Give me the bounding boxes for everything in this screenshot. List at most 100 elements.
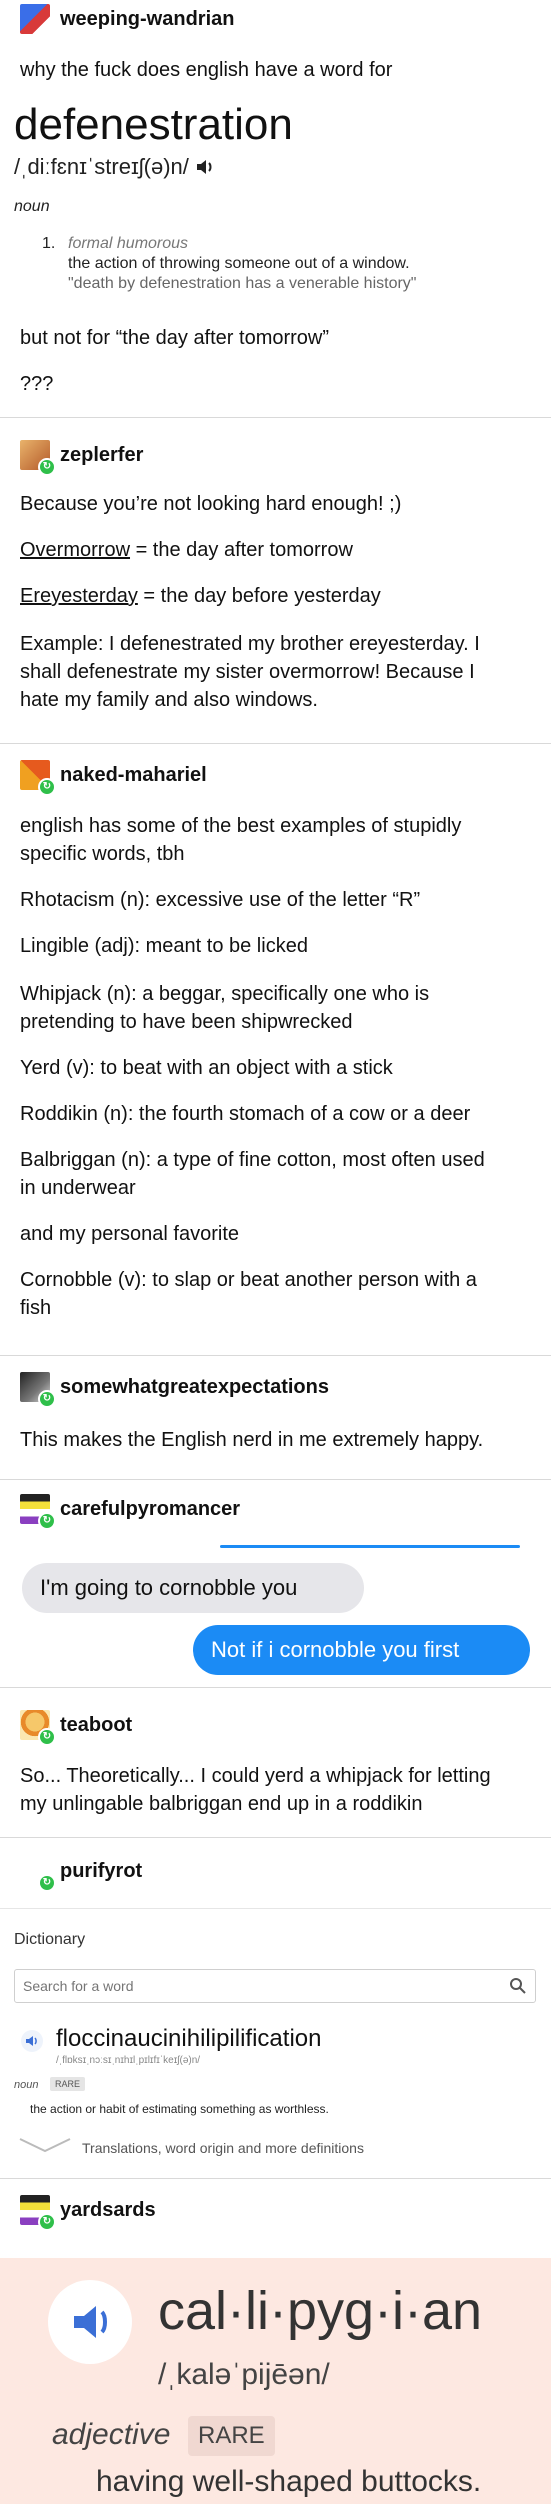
speaker-icon[interactable] <box>195 158 215 176</box>
dictionary-search-box <box>14 1969 536 2003</box>
post-header: ↻ yardsards <box>20 2195 156 2231</box>
linked-word[interactable]: Ereyesterday <box>20 585 138 607</box>
dictionary-pronunciation: /ˌdiːfɛnɪˈstreɪʃ(ə)n/ <box>14 154 215 180</box>
dictionary-definition: having well-shaped buttocks. <box>96 2465 482 2498</box>
post-header: ↻ somewhatgreatexpectations <box>20 1372 329 1408</box>
sent-message-bubble: Not if i cornobble you first <box>193 1625 530 1675</box>
definition-line: Overmorrow = the day after tomorrow <box>20 536 535 564</box>
dictionary-title: Dictionary <box>14 1931 86 1948</box>
sense-definition: the action of throwing someone out of a … <box>68 255 410 272</box>
search-icon[interactable] <box>509 1977 527 1995</box>
post-text: why the fuck does english have a word fo… <box>20 59 393 81</box>
rare-badge: RARE <box>188 2416 275 2456</box>
avatar[interactable]: ↻ <box>20 1494 56 1530</box>
dictionary-pronunciation: /ˌflɒksɪˌnɔːsɪˌnɪhɪlˌpɪlɪfɪˈkeɪʃ(ə)n/ <box>56 2055 201 2066</box>
definition-line: Ereyesterday = the day before yesterday <box>20 582 535 610</box>
post-text: shall defenestrate my sister overmorrow!… <box>20 661 475 683</box>
post-somewhatgreatexpectations: ↻ somewhatgreatexpectations This makes t… <box>0 1356 551 1480</box>
post-text: This makes the English nerd in me extrem… <box>20 1429 484 1451</box>
post-text: Yerd (v): to beat with an object with a … <box>20 1057 393 1079</box>
post-text: Whipjack (n): a beggar, specifically one… <box>20 983 430 1005</box>
post-header: weeping-wandrian <box>20 4 234 34</box>
dictionary-pos: noun <box>14 198 50 215</box>
post-text: Lingible (adj): meant to be licked <box>20 935 308 957</box>
post-text: in underwear <box>20 1177 136 1199</box>
dictionary-pos: adjective <box>52 2418 171 2451</box>
chevron-down-icon[interactable] <box>18 2135 72 2155</box>
avatar[interactable]: ↻ <box>20 440 56 476</box>
post-text: hate my family and also windows. <box>20 689 318 711</box>
sent-message-text: Not if i cornobble you first <box>211 1637 460 1662</box>
username[interactable]: naked-mahariel <box>60 764 207 787</box>
definition-text: = the day after tomorrow <box>130 539 353 561</box>
post-text: Because you’re not looking hard enough! … <box>20 493 402 515</box>
post-text: specific words, tbh <box>20 843 185 865</box>
reblog-icon: ↻ <box>38 1390 56 1408</box>
post-zeplerfer: ↻ zeplerfer Because you’re not looking h… <box>0 418 551 744</box>
post-teaboot: ↻ teaboot So... Theoretically... I could… <box>0 1688 551 1838</box>
dictionary-sense: 1. formal humorous the action of throwin… <box>42 234 416 294</box>
post-yardsards: ↻ yardsards <box>0 2178 551 2258</box>
cropped-bubble-edge <box>220 1545 520 1548</box>
avatar[interactable]: ↻ <box>20 1710 56 1746</box>
username[interactable]: zeplerfer <box>60 444 143 467</box>
dictionary-card: cal·li·pyg·i·an /ˌkaləˈpijēən/ adjective… <box>0 2258 551 2504</box>
avatar[interactable]: ↻ <box>20 2195 56 2231</box>
post-text: my unlingable balbriggan end up in a rod… <box>20 1793 423 1815</box>
dictionary-pronunciation: /ˌkaləˈpijēən/ <box>158 2358 330 2391</box>
reblog-icon: ↻ <box>38 1512 56 1530</box>
linked-word[interactable]: Overmorrow <box>20 539 130 561</box>
username[interactable]: yardsards <box>60 2199 156 2222</box>
post-text: Example: I defenestrated my brother erey… <box>20 633 480 655</box>
dictionary-pos: noun <box>14 2079 39 2091</box>
avatar[interactable]: ↻ <box>20 1372 56 1408</box>
post-text: Cornobble (v): to slap or beat another p… <box>20 1269 477 1291</box>
pronunciation-text: /ˌdiːfɛnɪˈstreɪʃ(ə)n/ <box>14 154 189 179</box>
received-message-text: I'm going to cornobble you <box>40 1575 298 1600</box>
received-message-bubble: I'm going to cornobble you <box>22 1563 364 1613</box>
username[interactable]: carefulpyromancer <box>60 1498 240 1521</box>
reblog-icon: ↻ <box>38 2213 56 2231</box>
dictionary-widget: Dictionary floccinaucinihilipilification… <box>0 1908 551 2168</box>
username[interactable]: somewhatgreatexpectations <box>60 1376 329 1399</box>
post-text: Roddikin (n): the fourth stomach of a co… <box>20 1103 471 1125</box>
post-text: ??? <box>20 373 54 395</box>
reblog-icon: ↻ <box>38 1874 56 1892</box>
avatar[interactable]: ↻ <box>20 1856 56 1892</box>
post-text: Rhotacism (n): excessive use of the lett… <box>20 889 421 911</box>
post-text: pretending to have been shipwrecked <box>20 1011 353 1033</box>
post-header: ↻ carefulpyromancer <box>20 1494 240 1530</box>
definition-text: = the day before yesterday <box>137 585 381 607</box>
avatar[interactable] <box>20 4 50 34</box>
post-text: english has some of the best examples of… <box>20 815 462 837</box>
search-input[interactable] <box>23 1976 483 1996</box>
speaker-button[interactable] <box>48 2280 132 2364</box>
username[interactable]: teaboot <box>60 1714 132 1737</box>
rare-badge: RARE <box>50 2077 86 2091</box>
sense-number: 1. <box>42 235 56 252</box>
reblog-icon: ↻ <box>38 1728 56 1746</box>
username[interactable]: purifyrot <box>60 1860 142 1883</box>
speaker-icon <box>74 2306 107 2338</box>
post-text: but not for “the day after tomorrow” <box>20 327 330 349</box>
username[interactable]: weeping-wandrian <box>60 8 234 31</box>
more-definitions-link[interactable]: Translations, word origin and more defin… <box>82 2140 364 2156</box>
dictionary-definition: the action or habit of estimating someth… <box>30 2102 329 2116</box>
dictionary-word: cal·li·pyg·i·an <box>158 2281 483 2341</box>
sense-example: "death by defenestration has a venerable… <box>68 275 417 292</box>
post-header: ↻ zeplerfer <box>20 440 143 476</box>
post-text: Balbriggan (n): a type of fine cotton, m… <box>20 1149 485 1171</box>
post-naked-mahariel: ↻ naked-mahariel english has some of the… <box>0 744 551 1356</box>
post-weeping-wandrian: weeping-wandrian why the fuck does engli… <box>0 0 551 418</box>
dictionary-word: floccinaucinihilipilification <box>56 2025 322 2052</box>
post-header: ↻ teaboot <box>20 1710 132 1746</box>
post-text: and my personal favorite <box>20 1223 240 1245</box>
post-header: ↻ purifyrot <box>20 1856 142 1892</box>
reblog-icon: ↻ <box>38 778 56 796</box>
speaker-icon[interactable] <box>20 2029 44 2053</box>
post-text: So... Theoretically... I could yerd a wh… <box>20 1765 491 1787</box>
post-text: fish <box>20 1297 52 1319</box>
sense-register: formal humorous <box>68 235 189 252</box>
reblog-icon: ↻ <box>38 458 56 476</box>
avatar[interactable]: ↻ <box>20 760 56 796</box>
